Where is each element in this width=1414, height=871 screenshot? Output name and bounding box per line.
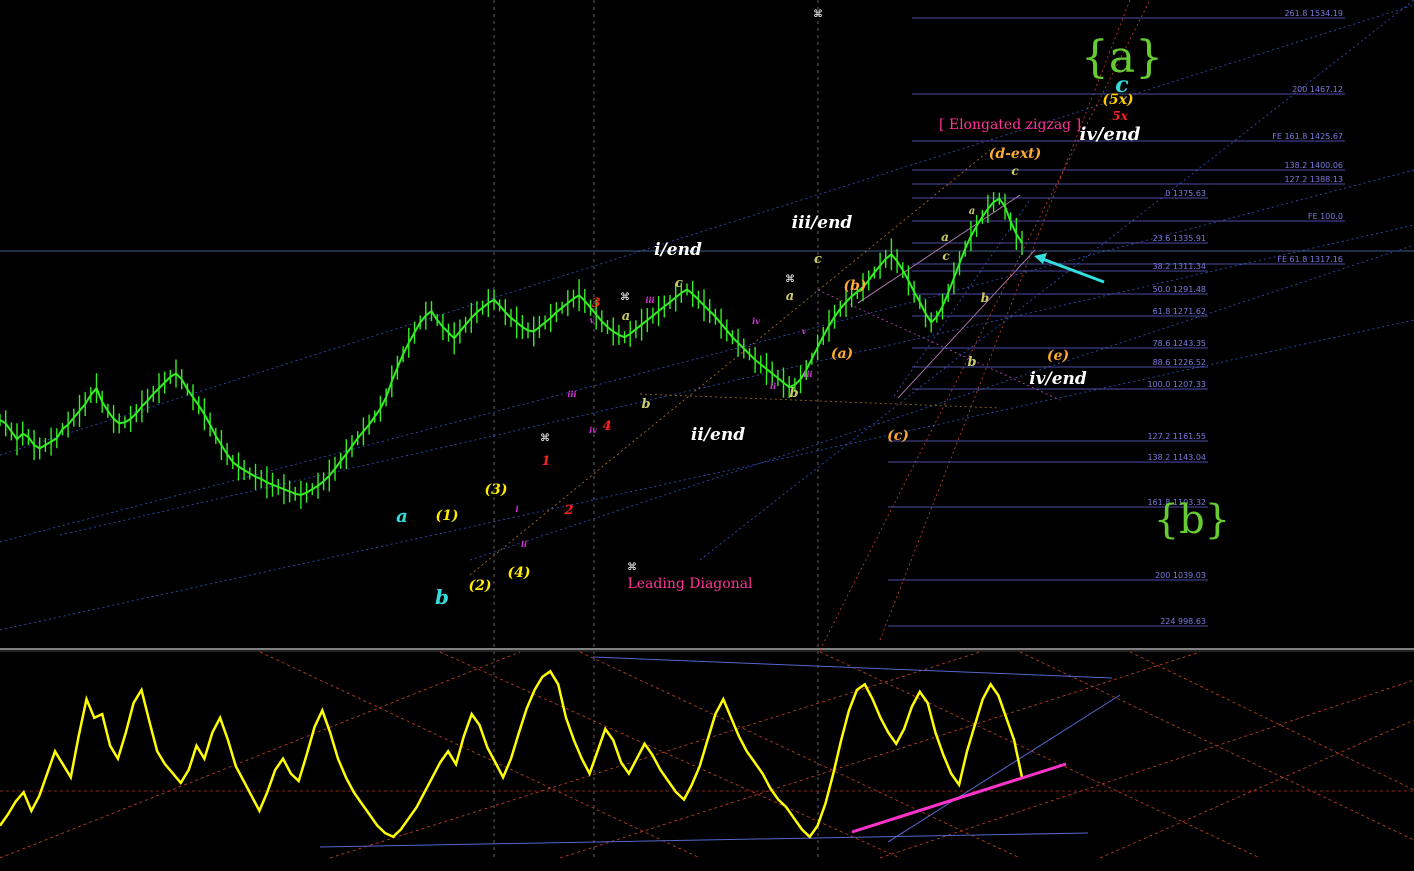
marker-icon: ⌘ [620,292,630,303]
wave-label: b [435,585,449,609]
wave-label: a [969,206,975,217]
wave-label: 3 [591,296,600,311]
wave-label: ii/end [691,425,745,445]
fib-label: 138.2 1143.04 [1147,453,1206,462]
wave-label: (e) [1047,348,1069,364]
wave-label: 4 [602,419,611,434]
fib-label: 200 1039.03 [1155,571,1206,580]
fib-label: 127.2 1161.55 [1147,432,1206,441]
wave-label: i/end [654,240,702,260]
fib-label: FE 161.8 1425.67 [1272,132,1343,141]
fib-label: 200 1467.12 [1292,85,1343,94]
wave-label: (d-ext) [989,146,1042,162]
fib-label: 224 998.63 [1160,617,1206,626]
wave-label: a [396,506,408,527]
marker-icon: ⌘ [627,562,637,573]
wave-label: c [942,249,950,263]
wave-label: (2) [469,578,492,594]
wave-label: iii [567,389,576,399]
wave-label: (a) [831,346,853,362]
fib-label: 127.2 1388.13 [1284,175,1343,184]
wave-label: b [967,355,976,370]
wave-label: a [941,230,949,244]
wave-label: ii [521,539,527,549]
wave-label: b [789,386,798,401]
fib-label: 261.8 1534.19 [1284,9,1343,18]
fib-label: 61.8 1271.62 [1153,307,1206,316]
fib-label: 88.6 1226.52 [1153,358,1206,367]
wave-label: c [675,276,683,291]
wave-label: i [515,504,518,514]
wave-label: 1 [541,454,550,469]
fib-label: 38.2 1311.34 [1153,262,1206,271]
wave-label: [ Elongated zigzag ] [939,117,1081,133]
wave-label: (3) [485,482,508,498]
wave-label: v [802,326,807,336]
wave-label: v [590,315,595,325]
wave-label: 5x [1112,109,1128,123]
wave-label: b [641,397,650,412]
fib-label: FE 100.0 [1308,212,1343,221]
wave-label: iii/end [792,213,853,233]
marker-icon: ⌘ [540,433,550,444]
wave-label: c [814,252,822,267]
chart-area: 261.8 1534.19 200 1467.12 FE 161.8 1425.67… [0,0,1414,867]
wave-label: Leading Diagonal [627,576,753,592]
wave-label: iii [645,295,654,305]
wave-label: (1) [436,508,459,524]
wave-label: iv [589,425,597,435]
wave-label: ii [770,381,776,391]
wave-label: a [622,309,630,324]
fib-label: 0 1375.63 [1165,189,1206,198]
marker-icon: ⌘ [813,9,823,20]
fib-label: 100.0 1207.33 [1147,380,1206,389]
wave-label: (4) [508,565,531,581]
fib-label: 78.6 1243.35 [1153,339,1206,348]
wave-label: iv/end [1029,369,1087,389]
fib-label: 23.6 1335.91 [1153,234,1206,243]
fib-label: FE 61.8 1317.16 [1277,255,1343,264]
fib-label: 138.2 1400.06 [1284,161,1343,170]
wave-label: (c) [887,428,909,444]
chart-svg: 261.8 1534.19 200 1467.12 FE 161.8 1425.67… [0,0,1414,867]
wave-label: (b) [843,278,866,294]
wave-label: iv [752,316,760,326]
wave-label: iii [803,369,812,379]
wave-label: 2 [563,503,573,518]
wave-label: b [981,291,989,305]
wave-label: c [1011,164,1019,178]
wave-label: iv/end [1080,124,1141,145]
fib-label: 50.0 1291.48 [1153,285,1206,294]
wave-label: (5x) [1102,92,1133,108]
marker-icon: ⌘ [785,274,795,285]
wave-label: a [786,289,794,304]
wave-label: {b} [1154,497,1231,543]
